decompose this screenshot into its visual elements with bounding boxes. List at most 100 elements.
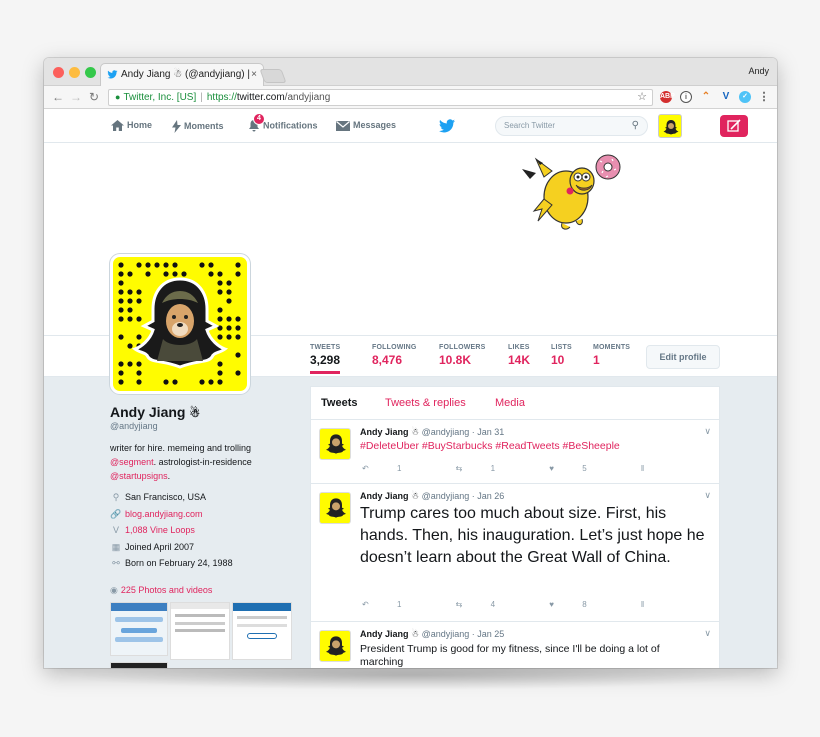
tab-media[interactable]: Media bbox=[495, 397, 525, 409]
menu-kebab-icon[interactable]: ⋮ bbox=[758, 91, 770, 103]
retweet-action[interactable]: ⇆ 4 bbox=[456, 600, 521, 609]
snapcode-dot bbox=[136, 262, 142, 268]
tweet-handle-date[interactable]: @andyjiang · Jan 25 bbox=[422, 629, 505, 639]
reply-action[interactable]: ↶ 1 bbox=[362, 464, 427, 473]
profile-handle[interactable]: @andyjiang bbox=[110, 421, 300, 431]
back-arrow-icon[interactable]: ← bbox=[52, 90, 64, 104]
tweet-avatar[interactable] bbox=[319, 492, 351, 524]
snapcode-dot bbox=[163, 262, 169, 268]
tweet[interactable]: Andy Jiang ☃ @andyjiang · Jan 26 ∨ Trump… bbox=[311, 484, 719, 622]
snapcode-dot bbox=[127, 307, 133, 313]
snapcode-dot bbox=[136, 334, 142, 340]
wave-extension-icon[interactable]: ⌃ bbox=[700, 91, 712, 103]
bio-text: . bbox=[167, 471, 171, 481]
tweet-handle-date[interactable]: @andyjiang · Jan 26 bbox=[422, 491, 505, 501]
new-tab-button[interactable] bbox=[259, 69, 287, 83]
media-thumbnail[interactable] bbox=[170, 601, 230, 660]
snapcode-dot bbox=[127, 298, 133, 304]
photos-videos-link[interactable]: ◉ 225 Photos and videos bbox=[110, 585, 300, 596]
nav-notifications[interactable]: 4 Notifications bbox=[248, 113, 318, 132]
snapcode-dot bbox=[118, 271, 124, 277]
account-avatar[interactable] bbox=[658, 114, 682, 138]
stat-followers[interactable]: FOLLOWERS 10.8K bbox=[439, 344, 486, 367]
profile-bio: writer for hire. memeing and trolling @s… bbox=[110, 441, 300, 483]
stat-label: LISTS bbox=[551, 344, 572, 351]
tab-tweets-replies[interactable]: Tweets & replies bbox=[385, 397, 466, 409]
snapcode-dot bbox=[118, 289, 124, 295]
minimize-window-button[interactable] bbox=[69, 67, 80, 78]
tweet-author[interactable]: Andy Jiang bbox=[360, 491, 409, 501]
tweet-avatar[interactable] bbox=[319, 630, 351, 662]
snapcode-dot bbox=[118, 370, 124, 376]
pikachu-homer-illustration bbox=[522, 154, 621, 230]
analytics-action[interactable]: ‖ bbox=[641, 600, 670, 609]
check-extension-icon[interactable]: ✓ bbox=[739, 91, 751, 103]
nav-messages[interactable]: Messages bbox=[336, 120, 396, 131]
tweet-author[interactable]: Andy Jiang bbox=[360, 629, 409, 639]
stat-lists[interactable]: LISTS 10 bbox=[551, 344, 572, 367]
browser-tab[interactable]: Andy Jiang ☃ (@andyjiang) | × bbox=[100, 63, 264, 86]
bio-link-startupsigns[interactable]: @startupsigns bbox=[110, 471, 168, 481]
info-extension-icon[interactable]: i bbox=[680, 91, 692, 103]
twitter-logo-icon[interactable] bbox=[439, 119, 455, 133]
snapcode-dot bbox=[145, 262, 151, 268]
stat-value: 3,298 bbox=[310, 353, 341, 367]
tweet-avatar[interactable] bbox=[319, 428, 351, 460]
chevron-down-icon[interactable]: ∨ bbox=[704, 426, 711, 437]
heart-icon: ♥ bbox=[549, 464, 554, 473]
reload-icon[interactable]: ↻ bbox=[89, 90, 99, 104]
analytics-action[interactable]: ‖ bbox=[641, 464, 670, 473]
bookmark-star-icon[interactable]: ☆ bbox=[637, 90, 647, 105]
snapcode-dot bbox=[226, 280, 232, 286]
close-tab-icon[interactable]: × bbox=[251, 64, 257, 86]
vine-icon: V bbox=[112, 525, 119, 535]
tweet-author[interactable]: Andy Jiang bbox=[360, 427, 409, 437]
stat-following[interactable]: FOLLOWING 8,476 bbox=[372, 344, 417, 367]
stat-likes[interactable]: LIKES 14K bbox=[508, 344, 530, 367]
stat-moments[interactable]: MOMENTS 1 bbox=[593, 344, 630, 367]
like-action[interactable]: ♥ 8 bbox=[549, 600, 612, 609]
forward-arrow-icon[interactable]: → bbox=[70, 90, 82, 104]
stat-tweets[interactable]: TWEETS 3,298 bbox=[310, 344, 341, 374]
stat-label: FOLLOWERS bbox=[439, 344, 486, 351]
tab-tweets[interactable]: Tweets bbox=[321, 397, 357, 409]
chevron-down-icon[interactable]: ∨ bbox=[704, 490, 711, 501]
url-host: twitter.com bbox=[236, 92, 285, 103]
tweet[interactable]: Andy Jiang ☃ @andyjiang · Jan 31 ∨ #Dele… bbox=[311, 420, 719, 484]
media-thumbnail[interactable] bbox=[232, 601, 292, 660]
media-thumbnail[interactable] bbox=[110, 601, 168, 656]
edit-profile-button[interactable]: Edit profile bbox=[646, 345, 720, 369]
website-link[interactable]: blog.andyjiang.com bbox=[125, 509, 203, 519]
analytics-icon: ‖ bbox=[640, 464, 645, 473]
bio-link-segment[interactable]: @segment bbox=[110, 457, 154, 467]
reply-action[interactable]: ↶ 1 bbox=[362, 600, 427, 609]
tweet-handle-date[interactable]: @andyjiang · Jan 31 bbox=[422, 427, 505, 437]
nav-moments[interactable]: Moments bbox=[172, 120, 224, 133]
snapcode-avatar-icon bbox=[326, 498, 346, 518]
snapcode-dot bbox=[172, 271, 178, 277]
snapcode-dot bbox=[181, 271, 187, 277]
adblock-icon[interactable]: ABP bbox=[660, 91, 675, 103]
tweet[interactable]: Andy Jiang ☃ @andyjiang · Jan 25 ∨ Presi… bbox=[311, 622, 719, 668]
snapcode-dot bbox=[235, 325, 241, 331]
retweet-action[interactable]: ⇆ 1 bbox=[456, 464, 521, 473]
v-extension-icon[interactable]: V bbox=[720, 91, 732, 103]
snapcode-dot bbox=[235, 334, 241, 340]
snowman-emoji: ☃ bbox=[411, 491, 420, 501]
close-window-button[interactable] bbox=[53, 67, 64, 78]
tweet-header: Andy Jiang ☃ @andyjiang · Jan 25 bbox=[360, 629, 504, 640]
like-action[interactable]: ♥ 5 bbox=[549, 464, 612, 473]
stat-value: 8,476 bbox=[372, 353, 403, 367]
url-bar[interactable]: ● Twitter, Inc. [US] | https://twitter.com/… bbox=[108, 89, 653, 106]
nav-home[interactable]: Home bbox=[111, 120, 152, 132]
compose-tweet-button[interactable] bbox=[720, 115, 748, 137]
search-input[interactable]: Search Twitter ⚲ bbox=[495, 116, 648, 136]
search-icon[interactable]: ⚲ bbox=[632, 117, 639, 135]
profile-avatar[interactable] bbox=[110, 254, 250, 394]
maximize-window-button[interactable] bbox=[85, 67, 96, 78]
security-label: Twitter, Inc. [US] bbox=[123, 92, 197, 103]
chevron-down-icon[interactable]: ∨ bbox=[704, 628, 711, 639]
profile-user-name[interactable]: Andy bbox=[748, 66, 769, 76]
media-thumbnail[interactable] bbox=[110, 661, 168, 668]
vine-link[interactable]: 1,088 Vine Loops bbox=[125, 525, 195, 535]
